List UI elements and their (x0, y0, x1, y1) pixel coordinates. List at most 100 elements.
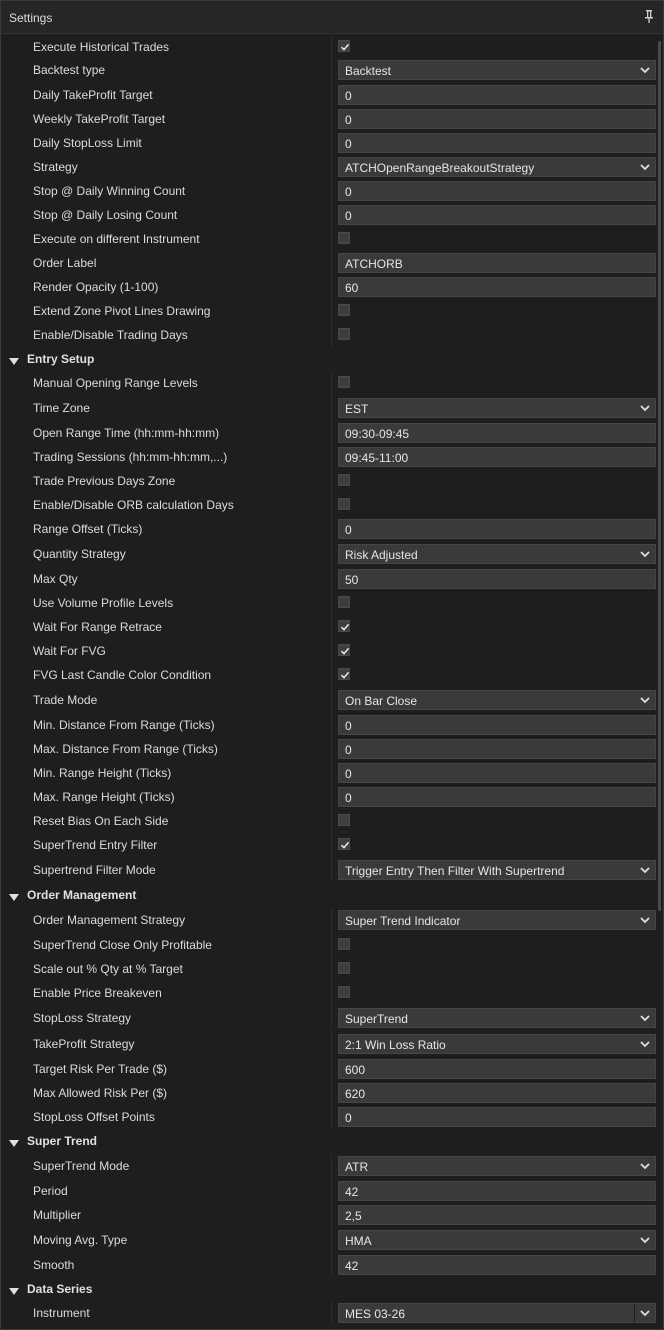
text-input[interactable]: 0 (338, 109, 656, 129)
text-input[interactable]: 42 (338, 1181, 656, 1201)
text-input[interactable]: 2,5 (338, 1205, 656, 1225)
chevron-down-icon[interactable] (639, 64, 651, 76)
dropdown-select[interactable]: Super Trend Indicator (338, 910, 656, 930)
dropdown-select[interactable]: HMA (338, 1230, 656, 1250)
chevron-down-icon[interactable] (639, 694, 651, 706)
column-divider[interactable] (331, 1301, 332, 1325)
text-input[interactable]: 0 (338, 787, 656, 807)
section-dataseries[interactable]: Data Series (1, 1277, 663, 1301)
column-divider[interactable] (331, 933, 332, 957)
column-divider[interactable] (331, 1203, 332, 1227)
checkbox[interactable] (338, 596, 350, 608)
checkbox[interactable] (338, 938, 350, 950)
text-input[interactable]: 50 (338, 569, 656, 589)
column-divider[interactable] (331, 493, 332, 517)
dropdown-select[interactable]: 2:1 Win Loss Ratio (338, 1034, 656, 1054)
chevron-down-icon[interactable] (639, 1234, 651, 1246)
text-input[interactable]: 09:30-09:45 (338, 423, 656, 443)
text-input[interactable]: 0 (338, 739, 656, 759)
checkbox[interactable] (338, 304, 350, 316)
checkbox[interactable] (338, 838, 350, 850)
chevron-down-icon[interactable] (639, 1012, 651, 1024)
column-divider[interactable] (331, 591, 332, 615)
dropdown-select[interactable]: ATCHOpenRangeBreakoutStrategy (338, 157, 656, 177)
checkbox[interactable] (338, 668, 350, 680)
text-input[interactable]: ATCHORB (338, 253, 656, 273)
column-divider[interactable] (331, 1057, 332, 1081)
column-divider[interactable] (331, 83, 332, 107)
column-divider[interactable] (331, 981, 332, 1005)
chevron-down-icon[interactable] (639, 161, 651, 173)
column-divider[interactable] (331, 1006, 332, 1030)
dropdown-select[interactable]: EST (338, 398, 656, 418)
text-input[interactable]: 0 (338, 1107, 656, 1127)
column-divider[interactable] (331, 1032, 332, 1056)
text-input[interactable]: 09:45-11:00 (338, 447, 656, 467)
column-divider[interactable] (331, 35, 332, 59)
text-input[interactable]: 42 (338, 1255, 656, 1275)
column-divider[interactable] (331, 542, 332, 566)
chevron-down-icon[interactable] (639, 548, 651, 560)
column-divider[interactable] (331, 1154, 332, 1178)
text-input[interactable]: 0 (338, 715, 656, 735)
column-divider[interactable] (331, 251, 332, 275)
pin-icon[interactable] (643, 9, 655, 25)
dropdown-select[interactable]: On Bar Close (338, 690, 656, 710)
checkbox[interactable] (338, 498, 350, 510)
column-divider[interactable] (331, 275, 332, 299)
checkbox[interactable] (338, 232, 350, 244)
chevron-down-icon[interactable] (639, 1038, 651, 1050)
column-divider[interactable] (331, 1081, 332, 1105)
section-entry[interactable]: Entry Setup (1, 347, 663, 371)
dropdown-select[interactable]: ATR (338, 1156, 656, 1176)
dropdown-select[interactable]: SuperTrend (338, 1008, 656, 1028)
dropdown-select[interactable]: Backtest (338, 60, 656, 80)
column-divider[interactable] (331, 737, 332, 761)
column-divider[interactable] (331, 858, 332, 882)
column-divider[interactable] (331, 688, 332, 712)
column-divider[interactable] (331, 1253, 332, 1277)
column-divider[interactable] (331, 155, 332, 179)
checkbox[interactable] (338, 474, 350, 486)
column-divider[interactable] (331, 179, 332, 203)
column-divider[interactable] (331, 203, 332, 227)
collapse-triangle-icon[interactable] (9, 1285, 19, 1295)
column-divider[interactable] (331, 785, 332, 809)
checkbox[interactable] (338, 328, 350, 340)
text-input[interactable]: 0 (338, 133, 656, 153)
section-supertrend[interactable]: Super Trend (1, 1129, 663, 1153)
collapse-triangle-icon[interactable] (9, 891, 19, 901)
column-divider[interactable] (331, 469, 332, 493)
chevron-down-icon[interactable] (639, 402, 651, 414)
column-divider[interactable] (331, 421, 332, 445)
checkbox[interactable] (338, 644, 350, 656)
column-divider[interactable] (331, 663, 332, 687)
column-divider[interactable] (331, 1179, 332, 1203)
column-divider[interactable] (331, 639, 332, 663)
checkbox[interactable] (338, 40, 350, 52)
text-input[interactable]: 0 (338, 181, 656, 201)
collapse-triangle-icon[interactable] (9, 1137, 19, 1147)
column-divider[interactable] (331, 517, 332, 541)
chevron-down-icon[interactable] (639, 914, 651, 926)
column-divider[interactable] (331, 1228, 332, 1252)
column-divider[interactable] (331, 299, 332, 323)
checkbox[interactable] (338, 986, 350, 998)
column-divider[interactable] (331, 445, 332, 469)
text-input[interactable]: 0 (338, 85, 656, 105)
column-divider[interactable] (331, 615, 332, 639)
text-input[interactable]: 0 (338, 205, 656, 225)
collapse-triangle-icon[interactable] (9, 355, 19, 365)
dropdown-select[interactable]: MES 03-26 (338, 1303, 656, 1323)
column-divider[interactable] (331, 957, 332, 981)
chevron-down-icon[interactable] (639, 1160, 651, 1172)
checkbox[interactable] (338, 376, 350, 388)
column-divider[interactable] (331, 1105, 332, 1129)
text-input[interactable]: 0 (338, 763, 656, 783)
chevron-down-icon[interactable] (639, 1307, 651, 1319)
text-input[interactable]: 600 (338, 1059, 656, 1079)
column-divider[interactable] (331, 131, 332, 155)
column-divider[interactable] (331, 567, 332, 591)
chevron-down-icon[interactable] (639, 864, 651, 876)
column-divider[interactable] (331, 713, 332, 737)
